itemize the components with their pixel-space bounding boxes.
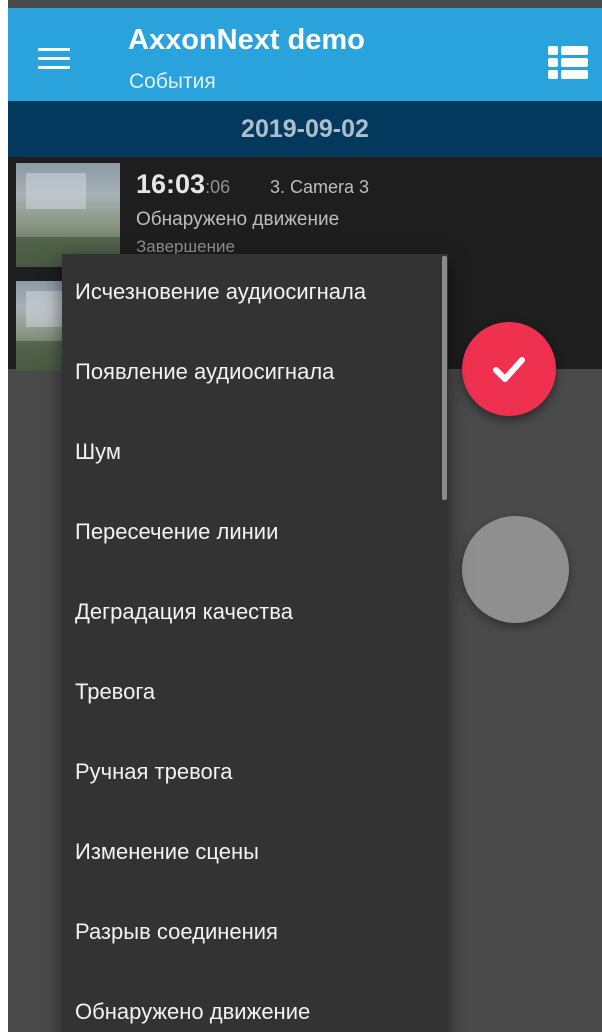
hamburger-menu-icon[interactable]: [38, 48, 70, 70]
menu-item-scene-change[interactable]: Изменение сцены: [62, 814, 448, 894]
dropdown-scrollbar[interactable]: [442, 256, 447, 500]
checkmark-icon: [493, 357, 525, 382]
date-label: 2019-09-02: [241, 115, 369, 143]
menu-item-label: Тревога: [75, 679, 156, 704]
menu-item-label: Пересечение линии: [75, 519, 279, 544]
menu-item-label: Изменение сцены: [75, 839, 259, 864]
menu-item-motion-detected[interactable]: Обнаружено движение: [62, 974, 448, 1032]
menu-item-label: Деградация качества: [75, 599, 293, 624]
menu-item-label: Ручная тревога: [75, 759, 233, 784]
event-type-dropdown: Исчезновение аудиосигнала Появление ауди…: [62, 254, 448, 1032]
camera-thumbnail: [16, 163, 120, 267]
event-type: Обнаружено движение: [136, 209, 340, 230]
menu-item-alarm[interactable]: Тревога: [62, 654, 448, 734]
menu-item-audio-appearance[interactable]: Появление аудиосигнала: [62, 334, 448, 414]
event-time-seconds: :06: [205, 177, 231, 197]
list-view-icon[interactable]: [548, 46, 588, 80]
menu-item-label: Шум: [75, 439, 122, 464]
event-camera: 3. Camera 3: [270, 177, 370, 197]
menu-item-audio-loss[interactable]: Исчезновение аудиосигнала: [62, 254, 448, 334]
menu-item-label: Исчезновение аудиосигнала: [75, 279, 367, 304]
menu-item-label: Появление аудиосигнала: [75, 359, 335, 384]
event-time: 16:03:06: [136, 169, 230, 200]
menu-item-label: Обнаружено движение: [75, 999, 311, 1024]
date-header: 2019-09-02: [8, 101, 602, 157]
event-time-hm: 16:03: [136, 169, 206, 199]
menu-item-line-crossing[interactable]: Пересечение линии: [62, 494, 448, 574]
menu-item-label: Разрыв соединения: [75, 919, 278, 944]
secondary-action-button[interactable]: [462, 516, 569, 623]
menu-item-manual-alarm[interactable]: Ручная тревога: [62, 734, 448, 814]
menu-item-connection-loss[interactable]: Разрыв соединения: [62, 894, 448, 974]
confirm-filter-button[interactable]: [462, 322, 556, 416]
app-bar: AxxonNext demo События: [8, 8, 602, 101]
menu-item-quality-degradation[interactable]: Деградация качества: [62, 574, 448, 654]
app-screen: AxxonNext demo События 2019-09-02 16:03:…: [8, 0, 602, 1032]
menu-item-noise[interactable]: Шум: [62, 414, 448, 494]
app-subtitle: События: [129, 70, 216, 93]
app-title: AxxonNext demo: [128, 24, 365, 56]
